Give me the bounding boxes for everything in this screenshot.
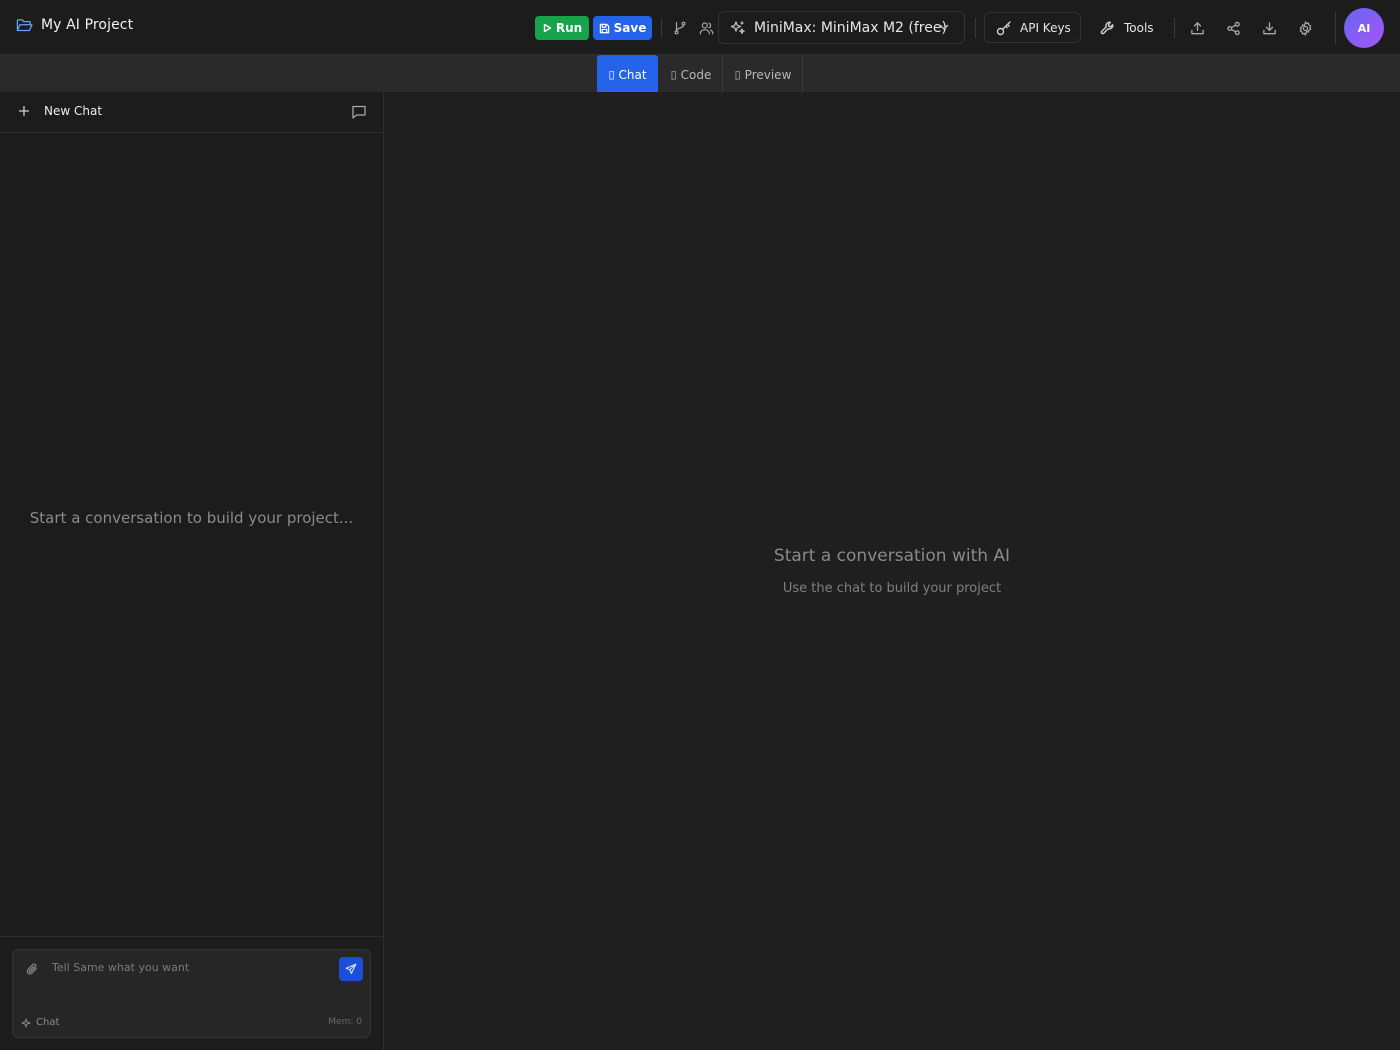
- users-icon[interactable]: [696, 18, 716, 38]
- tab-label: Chat: [618, 67, 647, 82]
- divider: [0, 936, 383, 937]
- model-label: MiniMax: MiniMax M2 (free): [754, 19, 947, 36]
- sidebar-header: New Chat: [0, 92, 383, 133]
- wrench-icon: [1100, 20, 1116, 36]
- avatar[interactable]: AI: [1344, 8, 1384, 48]
- sparkles-icon: [21, 1017, 31, 1028]
- divider: [1335, 12, 1336, 44]
- empty-state-subtitle: Use the chat to build your project: [782, 581, 1002, 596]
- tab-label: Code: [680, 67, 712, 82]
- api-keys-button[interactable]: API Keys: [984, 12, 1081, 43]
- project-title: My AI Project: [41, 17, 134, 33]
- tab-chat-icon: ▯: [608, 68, 615, 81]
- tab-label: Preview: [744, 67, 792, 82]
- chevron-down-icon: [938, 21, 950, 33]
- divider: [975, 18, 976, 38]
- plus-icon: [18, 105, 30, 117]
- run-label: Run: [555, 21, 583, 35]
- tab-chat[interactable]: ▯ Chat: [597, 55, 658, 94]
- download-icon[interactable]: [1259, 18, 1279, 38]
- tab-code[interactable]: ▯ Code: [660, 55, 723, 94]
- folder-open-icon: [16, 18, 33, 33]
- main-panel: Start a conversation with AI Use the cha…: [384, 92, 1400, 1050]
- chat-sidebar: New Chat Start a conversation to build y…: [0, 92, 384, 1050]
- tab-code-icon: ▯: [670, 68, 677, 81]
- tools-label: Tools: [1124, 20, 1154, 35]
- model-selector[interactable]: MiniMax: MiniMax M2 (free): [718, 11, 965, 44]
- share-icon[interactable]: [1223, 18, 1243, 38]
- save-icon: [599, 23, 610, 34]
- divider: [661, 18, 662, 38]
- send-button[interactable]: [339, 957, 363, 981]
- project-header[interactable]: My AI Project: [16, 17, 133, 33]
- message-input[interactable]: [52, 957, 332, 977]
- tab-preview[interactable]: ▯ Preview: [724, 55, 803, 94]
- sidebar-empty-text: Start a conversation to build your proje…: [29, 509, 354, 527]
- save-label: Save: [613, 21, 647, 35]
- chat-composer: Chat Mem: 0: [12, 949, 371, 1038]
- git-branch-icon[interactable]: [670, 18, 690, 38]
- memory-indicator: Mem: 0: [328, 1017, 362, 1027]
- send-icon: [345, 963, 357, 975]
- new-chat-label: New Chat: [44, 104, 103, 118]
- paperclip-icon[interactable]: [25, 962, 39, 976]
- view-tabs: ▯ Chat ▯ Code ▯ Preview: [0, 55, 1400, 94]
- empty-state-title: Start a conversation with AI: [773, 546, 1011, 566]
- top-bar: My AI Project Run Save MiniMax: MiniMax …: [0, 0, 1400, 55]
- settings-icon[interactable]: [1295, 18, 1315, 38]
- message-square-icon[interactable]: [351, 104, 367, 120]
- run-button[interactable]: Run: [535, 16, 589, 40]
- tab-preview-icon: ▯: [734, 68, 741, 81]
- play-icon: [542, 23, 552, 33]
- mode-label: Chat: [36, 1017, 60, 1028]
- save-button[interactable]: Save: [593, 16, 652, 40]
- key-icon: [996, 20, 1012, 36]
- divider: [1174, 18, 1175, 38]
- api-keys-label: API Keys: [1020, 20, 1071, 35]
- new-chat-button[interactable]: New Chat: [18, 104, 102, 118]
- tools-button[interactable]: Tools: [1100, 12, 1162, 43]
- sparkles-icon: [730, 20, 746, 36]
- mode-selector[interactable]: Chat: [21, 1017, 59, 1028]
- upload-icon[interactable]: [1187, 18, 1207, 38]
